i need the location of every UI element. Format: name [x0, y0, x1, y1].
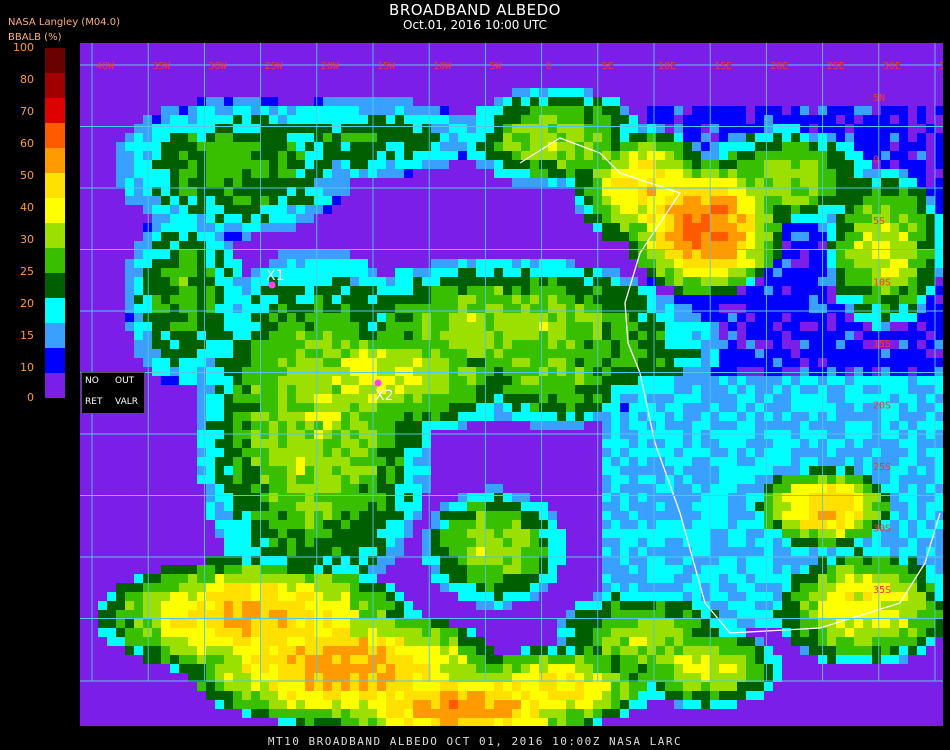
- latitude-label: 20S: [873, 401, 891, 412]
- legend-tick-label: 25: [20, 265, 34, 278]
- latitude-label: 0: [873, 155, 879, 166]
- legend-tick-label: 0: [27, 391, 34, 404]
- legend-tick-label: 70: [20, 105, 34, 118]
- legend-swatch: [45, 173, 65, 199]
- legend-swatch: [45, 148, 65, 174]
- color-legend-bar: [45, 48, 65, 398]
- legend-swatch: [45, 198, 65, 224]
- legend-swatch: [45, 323, 65, 349]
- legend-swatch: [45, 373, 65, 398]
- key-valr: VALR: [115, 397, 139, 407]
- legend-swatch: [45, 298, 65, 324]
- status-key-box: NO OUT RET VALR: [81, 372, 145, 414]
- longitude-label: 30E: [883, 61, 901, 72]
- longitude-label: 30W: [208, 61, 227, 72]
- legend-tick-label: 100: [13, 41, 34, 54]
- longitude-label: 10E: [658, 61, 676, 72]
- legend-swatch: [45, 273, 65, 299]
- legend-tick-label: 15: [20, 329, 34, 342]
- legend-swatch: [45, 123, 65, 149]
- legend-swatch: [45, 98, 65, 124]
- longitude-label: 40W: [96, 61, 115, 72]
- longitude-label: 0: [546, 61, 552, 72]
- legend-swatch: [45, 48, 65, 74]
- longitude-label: 20E: [770, 61, 788, 72]
- latitude-label: 30S: [873, 524, 891, 535]
- footer-caption: MT10 BROADBAND ALBEDO OCT 01, 2016 10:00…: [267, 735, 683, 748]
- longitude-label: 35W: [152, 61, 171, 72]
- legend-tick-label: 10: [20, 361, 34, 374]
- latitude-label: 25S: [873, 462, 891, 473]
- longitude-label: 5E: [602, 61, 614, 72]
- key-out: OUT: [115, 376, 135, 386]
- longitude-label: 5W: [489, 61, 502, 72]
- marker-dot[interactable]: [374, 379, 382, 387]
- longitude-label: 25E: [827, 61, 845, 72]
- longitude-label: 25W: [265, 61, 284, 72]
- latitude-label: 35S: [873, 585, 891, 596]
- marker-label: X1: [266, 268, 285, 284]
- longitude-label: 20W: [321, 61, 340, 72]
- legend-tick-label: 40: [20, 201, 34, 214]
- legend-tick-label: 60: [20, 137, 34, 150]
- key-no: NO: [85, 376, 99, 386]
- latitude-label: 5S: [873, 216, 885, 227]
- legend-tick-label: 30: [20, 233, 34, 246]
- latitude-label: 15S: [873, 339, 891, 350]
- latitude-label: 10S: [873, 278, 891, 289]
- legend-swatch: [45, 73, 65, 99]
- longitude-label: 10W: [433, 61, 452, 72]
- albedo-map[interactable]: 40W 35W 30W 25W 20W 15W 10W 5W 0 5E 10E 15E 20E 25E 30…: [80, 43, 943, 726]
- key-ret: RET: [85, 397, 103, 407]
- albedo-raster: [80, 43, 943, 726]
- longitude-label: 35E: [939, 61, 943, 72]
- latitude-label: 5N: [873, 93, 885, 104]
- marker-label: X2: [375, 388, 394, 404]
- map-title: BROADBAND ALBEDO: [389, 1, 561, 19]
- legend-tick-label: 80: [20, 73, 34, 86]
- legend-swatch: [45, 248, 65, 274]
- legend-swatch: [45, 348, 65, 374]
- legend-tick-label: 50: [20, 169, 34, 182]
- legend-swatch: [45, 223, 65, 249]
- map-datetime: Oct.01, 2016 10:00 UTC: [403, 18, 547, 32]
- longitude-label: 15E: [714, 61, 732, 72]
- longitude-label: 15W: [377, 61, 396, 72]
- data-source-label: NASA Langley (M04.0): [8, 17, 120, 28]
- legend-tick-label: 20: [20, 297, 34, 310]
